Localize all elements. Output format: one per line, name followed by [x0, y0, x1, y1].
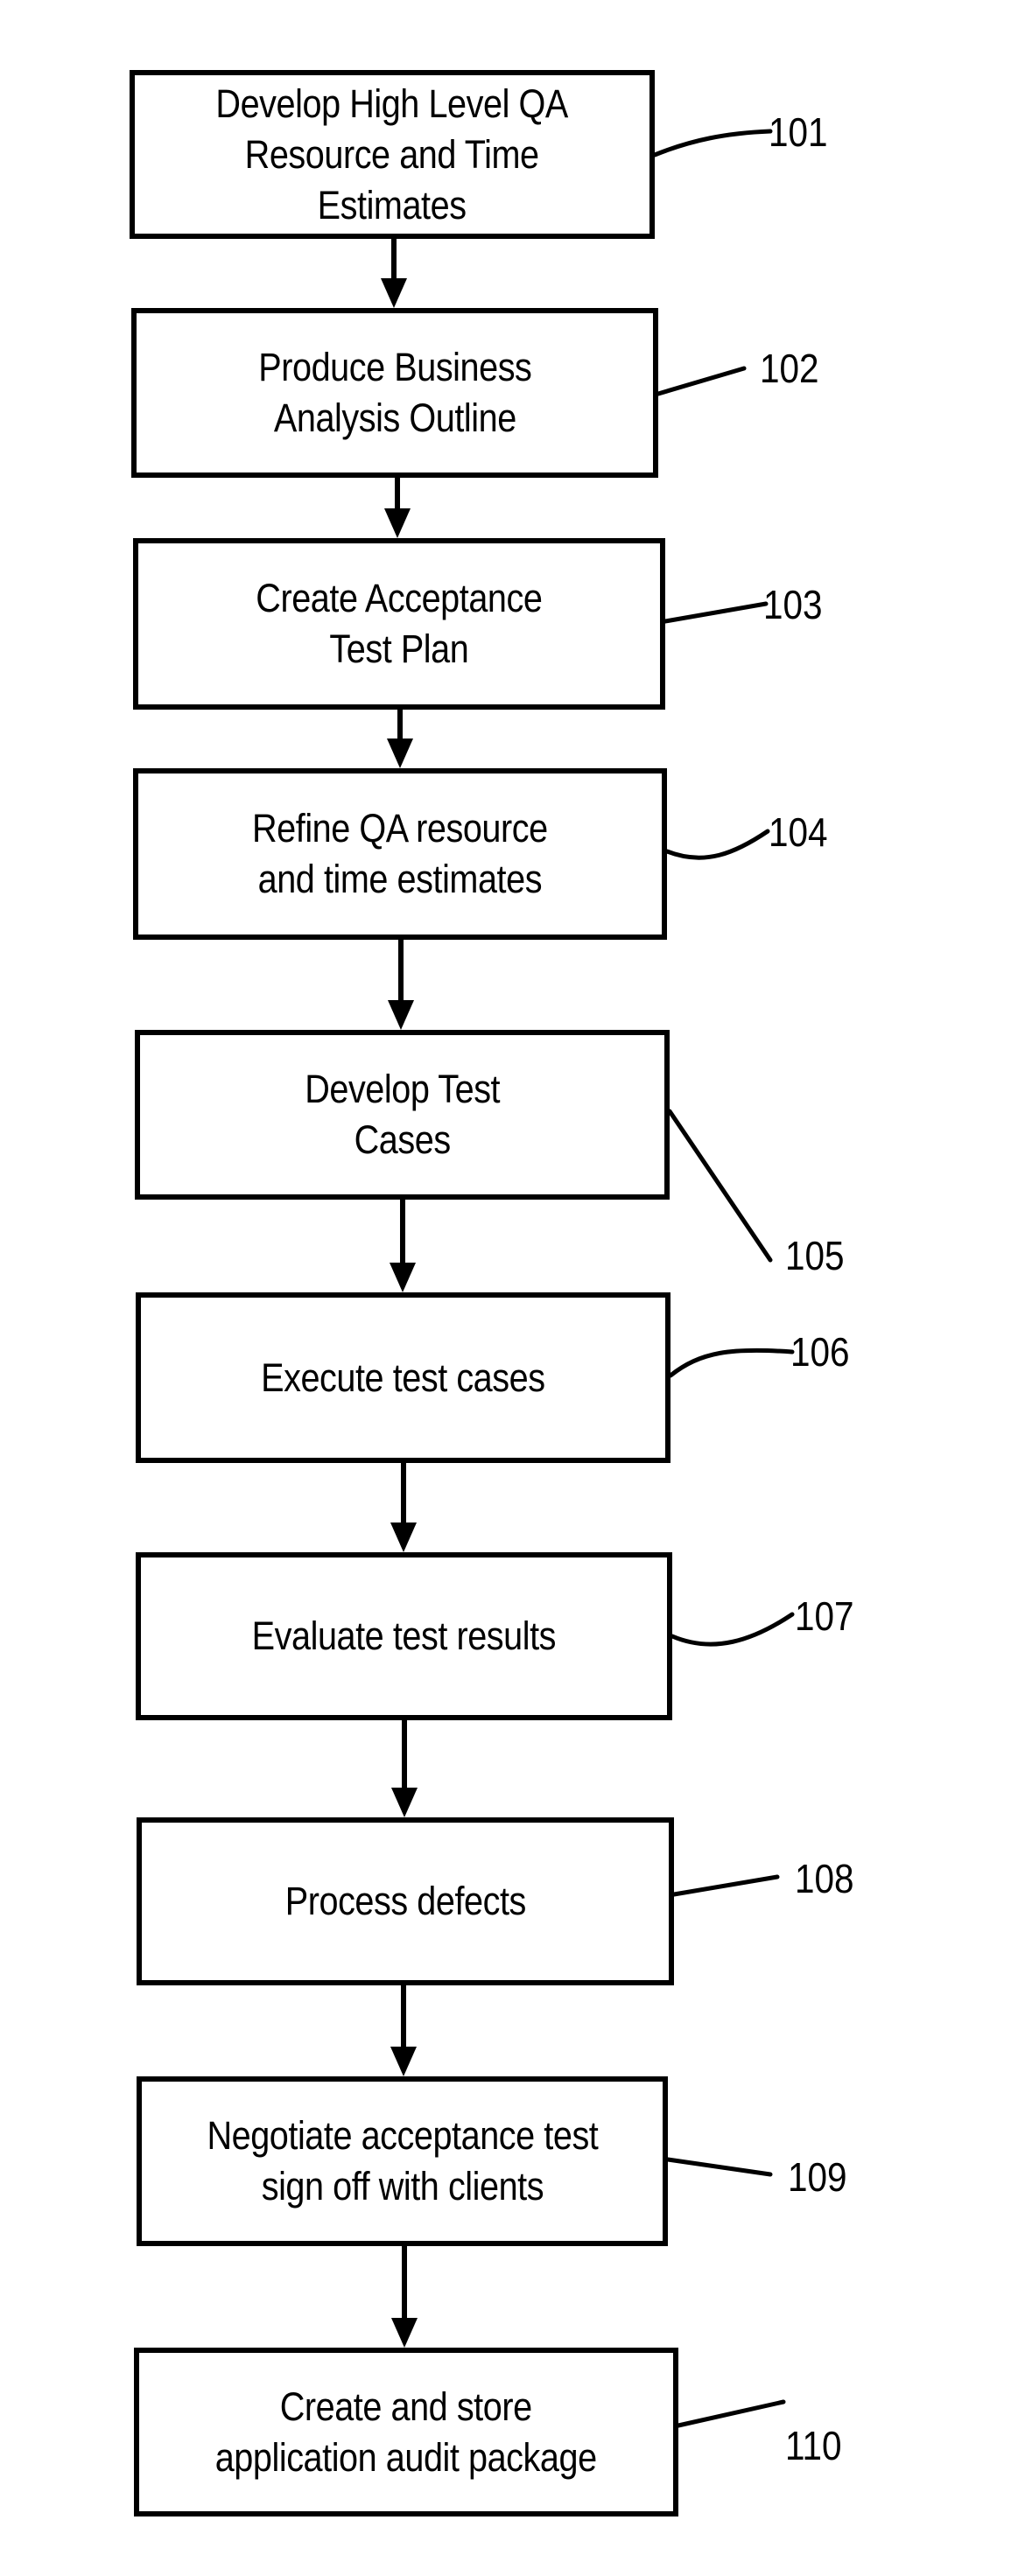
arrowhead-icon [390, 1263, 416, 1292]
leader-line-104 [664, 829, 770, 860]
arrow-106-to-107 [390, 1463, 417, 1552]
leader-line-105 [667, 1109, 773, 1263]
step-box-102: Produce Business Analysis Outline [131, 308, 658, 478]
arrow-105-to-106 [390, 1200, 416, 1292]
arrow-102-to-103 [384, 478, 411, 538]
leader-line-109 [665, 2157, 773, 2177]
leader-line-110 [676, 2399, 786, 2428]
step-box-107: Evaluate test results [136, 1552, 672, 1720]
step-box-106: Execute test cases [136, 1292, 670, 1463]
ref-label-107: 107 [795, 1593, 854, 1639]
arrow-108-to-109 [390, 1985, 417, 2076]
step-text-101: Develop High Level QA Resource and Time … [215, 80, 569, 228]
step-text-104: Refine QA resource and time estimates [252, 806, 548, 901]
arrowhead-icon [388, 1000, 414, 1030]
ref-label-103: 103 [763, 582, 823, 627]
ref-label-102: 102 [760, 346, 819, 391]
arrow-107-to-108 [391, 1720, 418, 1817]
flowchart: Develop High Level QA Resource and Time … [0, 0, 1011, 2576]
arrow-103-to-104 [387, 710, 413, 768]
ref-label-110: 110 [785, 2423, 842, 2468]
step-box-109: Negotiate acceptance test sign off with … [137, 2076, 668, 2246]
step-text-106: Execute test cases [261, 1354, 545, 1400]
leader-line-103 [663, 601, 769, 624]
arrowhead-icon [384, 508, 411, 538]
arrow-104-to-105 [388, 940, 414, 1030]
step-box-104: Refine QA resource and time estimates [133, 768, 667, 940]
arrow-101-to-102 [381, 239, 407, 308]
arrowhead-icon [391, 2318, 418, 2348]
leader-line-107 [670, 1612, 795, 1647]
arrowhead-icon [387, 738, 413, 768]
step-box-110: Create and store application audit packa… [134, 2348, 678, 2516]
leader-line-108 [671, 1874, 780, 1897]
ref-label-108: 108 [795, 1856, 854, 1901]
ref-label-104: 104 [769, 809, 828, 855]
leader-line-102 [656, 366, 747, 396]
step-text-105: Develop Test Cases [305, 1067, 500, 1162]
ref-label-106: 106 [790, 1329, 850, 1375]
step-text-103: Create Acceptance Test Plan [256, 576, 543, 671]
step-text-107: Evaluate test results [251, 1614, 557, 1658]
leader-line-101 [652, 129, 773, 158]
ref-label-101: 101 [769, 109, 828, 155]
step-text-110: Create and store application audit packa… [215, 2384, 597, 2480]
arrowhead-icon [391, 1788, 418, 1817]
step-box-108: Process defects [137, 1817, 674, 1985]
step-box-101: Develop High Level QA Resource and Time … [130, 70, 655, 239]
arrowhead-icon [390, 2047, 417, 2076]
step-text-102: Produce Business Analysis Outline [257, 345, 532, 440]
arrow-109-to-110 [391, 2246, 418, 2348]
leader-line-106 [668, 1348, 795, 1378]
ref-label-109: 109 [788, 2154, 847, 2200]
step-box-105: Develop Test Cases [135, 1030, 670, 1200]
step-text-108: Process defects [284, 1879, 526, 1923]
arrowhead-icon [390, 1522, 417, 1552]
step-text-109: Negotiate acceptance test sign off with … [207, 2113, 598, 2208]
ref-label-105: 105 [785, 1233, 845, 1278]
arrowhead-icon [381, 278, 407, 308]
step-box-103: Create Acceptance Test Plan [133, 538, 665, 710]
